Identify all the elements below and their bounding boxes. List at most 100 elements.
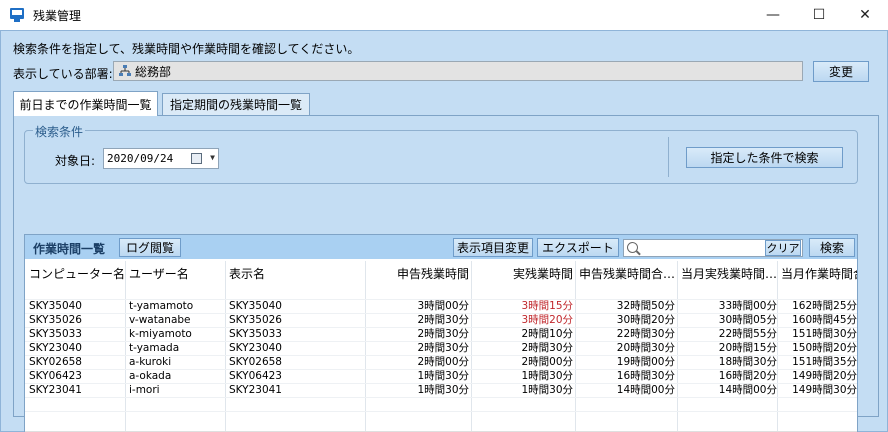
table-cell: 2時間30分 bbox=[521, 342, 573, 354]
table-row[interactable]: SKY23041 i-mori SKY23041 1時間30分 1時間30分 14時間00… bbox=[25, 383, 857, 397]
clear-button[interactable]: クリア bbox=[765, 240, 801, 256]
table-cell: 150時間20分 bbox=[792, 342, 857, 354]
table-cell: 16時間20分 bbox=[718, 370, 777, 382]
table-cell: 3時間20分 bbox=[521, 314, 573, 326]
table-cell: SKY23040 bbox=[229, 342, 282, 354]
dept-value: 総務部 bbox=[135, 64, 172, 79]
log-view-button[interactable]: ログ閲覧 bbox=[119, 238, 181, 257]
list-search-button[interactable]: 検索 bbox=[809, 238, 855, 257]
table-cell: 2時間00分 bbox=[521, 356, 573, 368]
table-cell: 14時間00分 bbox=[616, 384, 675, 396]
table-cell: 3時間15分 bbox=[521, 300, 573, 312]
column-header[interactable]: 実残業時間 bbox=[475, 265, 573, 282]
search-icon bbox=[627, 242, 638, 253]
table-row[interactable]: SKY06423 a-okada SKY06423 1時間30分 1時間30分 16時間3… bbox=[25, 369, 857, 383]
close-icon: ✕ bbox=[859, 7, 871, 23]
table-cell: 162時間25分 bbox=[792, 300, 857, 312]
table-cell: 2時間30分 bbox=[417, 314, 469, 326]
table-row[interactable]: SKY35040 t-yamamoto SKY35040 3時間00分 3時間15分 32… bbox=[25, 299, 857, 313]
table-cell: 1時間30分 bbox=[521, 370, 573, 382]
column-header[interactable]: 当月作業時間合 bbox=[781, 265, 857, 282]
dept-field: 総務部 bbox=[113, 61, 803, 81]
table-cell: 1時間30分 bbox=[417, 384, 469, 396]
row-divider bbox=[25, 411, 857, 412]
calendar-icon[interactable] bbox=[191, 153, 202, 164]
tab-period-overtime[interactable]: 指定期間の残業時間一覧 bbox=[162, 93, 310, 115]
minimize-button[interactable]: — bbox=[750, 0, 796, 30]
date-picker[interactable]: 2020/09/24 ▼ bbox=[103, 148, 219, 169]
table-cell: 151時間35分 bbox=[792, 356, 857, 368]
date-label: 対象日: bbox=[55, 154, 96, 168]
table-cell: 30時間05分 bbox=[718, 314, 777, 326]
table-cell: k-miyamoto bbox=[129, 328, 192, 340]
divider bbox=[668, 137, 669, 177]
table-cell: 20時間30分 bbox=[616, 342, 675, 354]
table-cell: 2時間30分 bbox=[417, 342, 469, 354]
table-cell: SKY02658 bbox=[29, 356, 82, 368]
tab-panel: 検索条件 対象日: 2020/09/24 ▼ 指定した条件で検索 作業時間一覧 … bbox=[13, 115, 879, 432]
data-grid[interactable]: コンピューター名 ユーザー名 表示名 申告残業時間 実残業時間 申告残業時間合… 当月実残業… bbox=[25, 261, 857, 431]
column-header[interactable]: ユーザー名 bbox=[129, 265, 225, 282]
table-cell: 32時間50分 bbox=[616, 300, 675, 312]
instruction-text: 検索条件を指定して、残業時間や作業時間を確認してください。 bbox=[13, 42, 360, 56]
change-dept-button[interactable]: 変更 bbox=[813, 61, 869, 82]
table-cell: 2時間30分 bbox=[417, 328, 469, 340]
table-cell: 2時間00分 bbox=[417, 356, 469, 368]
close-button[interactable]: ✕ bbox=[842, 0, 888, 30]
table-cell: SKY35040 bbox=[29, 300, 82, 312]
display-items-button[interactable]: 表示項目変更 bbox=[453, 238, 533, 257]
table-cell: 30時間20分 bbox=[616, 314, 675, 326]
column-header[interactable]: 申告残業時間合… bbox=[579, 265, 675, 282]
client-area: 検索条件を指定して、残業時間や作業時間を確認してください。 表示している部署: … bbox=[0, 30, 888, 432]
export-button[interactable]: エクスポート bbox=[537, 238, 619, 257]
maximize-button[interactable]: ☐ bbox=[796, 0, 842, 30]
table-cell: i-mori bbox=[129, 384, 160, 396]
table-cell: 160時間45分 bbox=[792, 314, 857, 326]
table-cell: SKY06423 bbox=[29, 370, 82, 382]
column-header[interactable]: 表示名 bbox=[229, 265, 365, 282]
table-cell: 19時間00分 bbox=[616, 356, 675, 368]
table-row[interactable]: SKY35033 k-miyamoto SKY35033 2時間30分 2時間10分 22… bbox=[25, 327, 857, 341]
table-cell: SKY23041 bbox=[229, 384, 282, 396]
table-cell: 1時間30分 bbox=[417, 370, 469, 382]
maximize-icon: ☐ bbox=[812, 7, 826, 23]
table-cell: 149時間30分 bbox=[792, 384, 857, 396]
table-cell: v-watanabe bbox=[129, 314, 191, 326]
chevron-down-icon[interactable]: ▼ bbox=[210, 153, 215, 162]
table-cell: 14時間00分 bbox=[718, 384, 777, 396]
table-cell: SKY06423 bbox=[229, 370, 282, 382]
table-cell: SKY35033 bbox=[29, 328, 82, 340]
dept-label: 表示している部署: bbox=[13, 67, 113, 81]
work-time-list: 作業時間一覧 ログ閲覧 表示項目変更 エクスポート クリア 検索 コンピューター… bbox=[24, 234, 858, 432]
table-cell: 149時間20分 bbox=[792, 370, 857, 382]
table-cell: 33時間00分 bbox=[718, 300, 777, 312]
table-cell: a-kuroki bbox=[129, 356, 172, 368]
search-criteria-button[interactable]: 指定した条件で検索 bbox=[686, 147, 843, 168]
tab-daily-work[interactable]: 前日までの作業時間一覧 bbox=[13, 91, 158, 116]
table-cell: SKY23040 bbox=[29, 342, 82, 354]
title-bar: 残業管理 — ☐ ✕ bbox=[0, 0, 888, 30]
table-cell: SKY35026 bbox=[229, 314, 282, 326]
table-cell: SKY35026 bbox=[29, 314, 82, 326]
criteria-group: 検索条件 対象日: 2020/09/24 ▼ 指定した条件で検索 bbox=[24, 123, 858, 184]
table-cell: a-okada bbox=[129, 370, 172, 382]
column-header[interactable]: コンピューター名 bbox=[29, 265, 125, 282]
table-cell: t-yamamoto bbox=[129, 300, 194, 312]
table-row[interactable]: SKY02658 a-kuroki SKY02658 2時間00分 2時間00分 19時間… bbox=[25, 355, 857, 369]
column-header[interactable]: 申告残業時間 bbox=[371, 265, 469, 282]
table-cell: 20時間15分 bbox=[718, 342, 777, 354]
criteria-legend: 検索条件 bbox=[33, 123, 86, 140]
table-cell: 2時間10分 bbox=[521, 328, 573, 340]
app-icon bbox=[10, 8, 24, 22]
table-row[interactable]: SKY23040 t-yamada SKY23040 2時間30分 2時間30分 20時間… bbox=[25, 341, 857, 355]
table-cell: 3時間00分 bbox=[417, 300, 469, 312]
table-cell: 22時間30分 bbox=[616, 328, 675, 340]
table-cell: SKY35033 bbox=[229, 328, 282, 340]
row-divider bbox=[25, 397, 857, 398]
date-value: 2020/09/24 bbox=[107, 152, 174, 165]
column-header[interactable]: 当月実残業時間… bbox=[681, 265, 777, 282]
table-row[interactable]: SKY35026 v-watanabe SKY35026 2時間30分 3時間20分 30… bbox=[25, 313, 857, 327]
table-cell: 1時間30分 bbox=[521, 384, 573, 396]
table-cell: 18時間30分 bbox=[718, 356, 777, 368]
table-cell: SKY02658 bbox=[229, 356, 282, 368]
